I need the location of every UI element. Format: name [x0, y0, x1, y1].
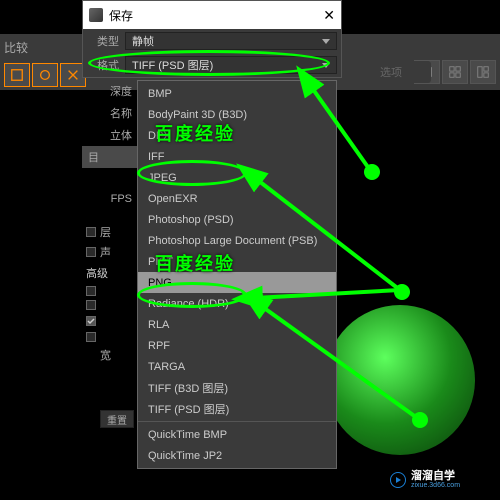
- format-option[interactable]: TIFF (PSD 图层): [138, 398, 336, 419]
- options-button[interactable]: 选项: [351, 61, 431, 83]
- chevron-down-icon: [322, 63, 330, 68]
- dialog-title: 保存: [109, 7, 317, 24]
- reset-button[interactable]: 重置: [100, 410, 134, 428]
- fps-label: FPS: [82, 188, 138, 210]
- format-option[interactable]: Radiance (HDR): [138, 293, 336, 314]
- layer-checkbox[interactable]: 层: [82, 222, 138, 242]
- format-option[interactable]: OpenEXR: [138, 188, 336, 209]
- check-4[interactable]: [82, 330, 138, 344]
- format-option[interactable]: BodyPaint 3D (B3D): [138, 104, 336, 125]
- tab-label[interactable]: 目: [82, 146, 138, 168]
- app-icon: [89, 8, 103, 22]
- format-option[interactable]: JPEG: [138, 167, 336, 188]
- logo-text-cn: 溜溜自学: [411, 471, 460, 482]
- sound-checkbox[interactable]: 声: [82, 242, 138, 262]
- format-option[interactable]: QuickTime BMP: [138, 424, 336, 445]
- tool-icon-1[interactable]: [4, 63, 30, 87]
- name-label: 名称: [82, 102, 138, 124]
- type-dropdown[interactable]: 静帧: [125, 32, 337, 50]
- format-dropdown-list: BMPBodyPaint 3D (B3D)DPXIFFJPEGOpenEXRPh…: [137, 80, 337, 469]
- format-option[interactable]: TIFF (B3D 图层): [138, 377, 336, 398]
- format-option[interactable]: Photoshop Large Document (PSB): [138, 230, 336, 251]
- format-option[interactable]: DPX: [138, 125, 336, 146]
- depth-label: 深度: [82, 80, 138, 102]
- advanced-label[interactable]: 高级: [82, 262, 138, 284]
- grid-icon-3[interactable]: [470, 60, 496, 84]
- format-row: 格式 TIFF (PSD 图层): [83, 53, 341, 77]
- format-option[interactable]: PNG: [138, 272, 336, 293]
- side-labels-panel: 深度 名称 立体 目 FPS 层 声 高级 宽: [82, 80, 138, 366]
- logo-badge: 溜溜自学 zixue.3d66.com: [384, 466, 494, 494]
- solid-label: 立体: [82, 124, 138, 146]
- check-1[interactable]: [82, 284, 138, 298]
- format-option[interactable]: Photoshop (PSD): [138, 209, 336, 230]
- format-option[interactable]: PICT: [138, 251, 336, 272]
- format-option[interactable]: QuickTime JP2: [138, 445, 336, 466]
- type-value: 静帧: [132, 33, 154, 49]
- format-option[interactable]: IFF: [138, 146, 336, 167]
- grid-icon-2[interactable]: [442, 60, 468, 84]
- close-icon[interactable]: ✕: [323, 7, 335, 24]
- render-sphere: [325, 305, 475, 455]
- check-3[interactable]: [82, 312, 138, 330]
- chevron-down-icon: [322, 39, 330, 44]
- format-label: 格式: [87, 57, 119, 73]
- format-option[interactable]: RLA: [138, 314, 336, 335]
- play-icon: [390, 472, 406, 488]
- format-value: TIFF (PSD 图层): [132, 57, 213, 73]
- type-label: 类型: [87, 33, 119, 49]
- check-2[interactable]: [82, 298, 138, 312]
- save-dialog: 保存 ✕ 类型 静帧 格式 TIFF (PSD 图层) 选项: [82, 0, 342, 78]
- format-dropdown[interactable]: TIFF (PSD 图层): [125, 56, 337, 74]
- compare-label: 比较: [4, 39, 28, 56]
- format-option[interactable]: BMP: [138, 83, 336, 104]
- width-label: 宽: [82, 344, 138, 366]
- format-option[interactable]: TARGA: [138, 356, 336, 377]
- format-option[interactable]: RPF: [138, 335, 336, 356]
- type-row: 类型 静帧: [83, 29, 341, 53]
- logo-text-url: zixue.3d66.com: [411, 482, 460, 489]
- tool-icon-2[interactable]: [32, 63, 58, 87]
- dialog-titlebar: 保存 ✕: [83, 1, 341, 29]
